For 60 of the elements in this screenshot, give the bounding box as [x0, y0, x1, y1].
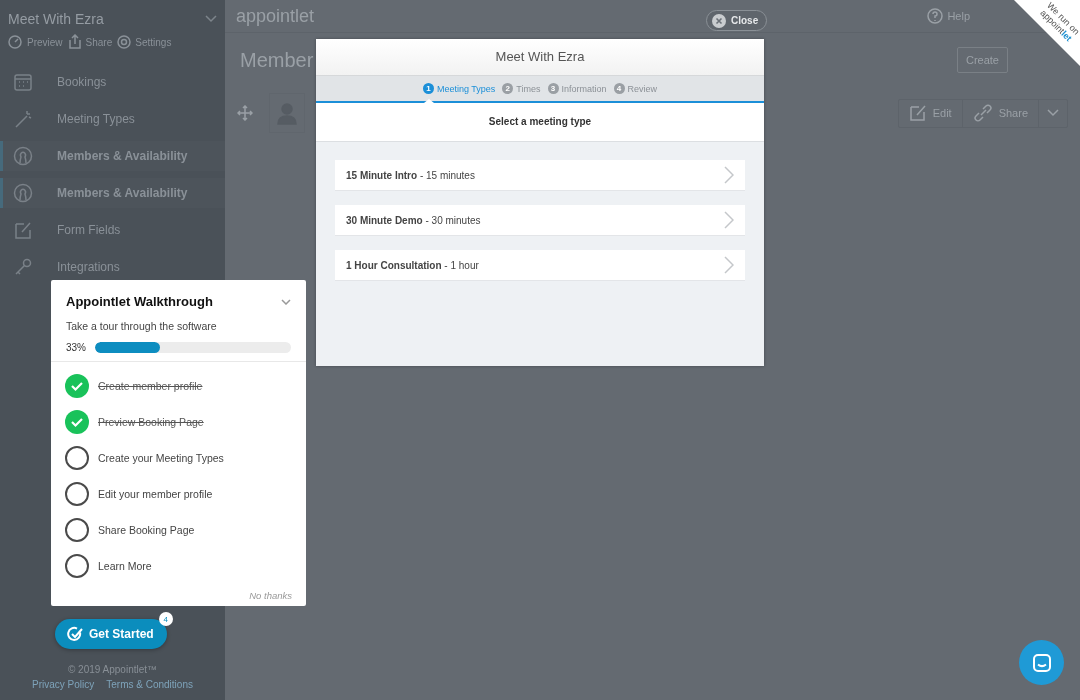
checkbox-icon[interactable] [65, 446, 89, 470]
meeting-type-label: 1 Hour Consultation - 1 hour [346, 259, 479, 271]
share-icon [66, 34, 83, 50]
chat-button[interactable] [1019, 640, 1064, 685]
meeting-type-item[interactable]: 1 Hour Consultation - 1 hour [335, 250, 745, 281]
check-circle-icon [67, 626, 83, 642]
checkbox-icon[interactable] [65, 554, 89, 578]
progress-label: 33% [66, 342, 86, 353]
move-icon [237, 105, 253, 121]
chevron-right-icon [724, 166, 734, 184]
task-label[interactable]: Create your Meeting Types [98, 452, 224, 464]
chevron-right-icon [724, 256, 734, 274]
toolbar-link[interactable]: Share [66, 34, 113, 50]
edit-icon [908, 104, 927, 122]
wand-icon [13, 109, 33, 129]
link-icon [972, 104, 993, 122]
toolbar-link[interactable]: Settings [116, 34, 172, 50]
task-label[interactable]: Create member profile [98, 380, 203, 392]
meeting-type-item[interactable]: 15 Minute Intro - 15 minutes [335, 160, 745, 191]
toolbar-link[interactable]: Preview [8, 34, 63, 50]
checkbox-icon[interactable] [65, 482, 89, 506]
key-icon [13, 257, 33, 277]
collapse-icon [281, 298, 291, 305]
settings-icon [116, 34, 133, 50]
meeting-type-label: 15 Minute Intro - 15 minutes [346, 169, 475, 181]
copyright-text: © 2019 Appointlet™ [66, 664, 159, 675]
task-label[interactable]: Preview Booking Page [98, 416, 204, 428]
footer-link[interactable]: Privacy Policy [32, 679, 95, 690]
sidebar-item[interactable]: Form Fields [0, 215, 225, 245]
chevron-right-icon [724, 211, 734, 229]
edit-form-icon [13, 220, 33, 240]
sidebar-item[interactable]: Bookings [0, 67, 225, 97]
close-button[interactable]: Close [706, 10, 768, 31]
step-tab[interactable]: 3 Information [547, 76, 607, 101]
panel-subtitle: Take a tour through the software [66, 320, 218, 332]
task-label[interactable]: Share Booking Page [98, 524, 195, 536]
section-heading: Select a meeting type [316, 103, 764, 142]
task-label[interactable]: Edit your member profile [98, 488, 213, 500]
dialog-title: Meet With Ezra [316, 39, 764, 76]
sidebar-item[interactable]: Integrations [0, 252, 225, 282]
chat-icon [1031, 652, 1052, 673]
calendar-icon [13, 72, 33, 92]
caret-icon [1047, 109, 1059, 117]
footer-link[interactable]: Terms & Conditions [106, 679, 193, 690]
meeting-type-label: 30 Minute Demo - 30 minutes [346, 214, 481, 226]
help-icon [927, 8, 944, 24]
task-label[interactable]: Learn More [98, 560, 152, 572]
checkmark-icon[interactable] [65, 374, 89, 398]
dismiss-link[interactable]: No thanks [249, 590, 292, 601]
account-name[interactable]: Meet With Ezra [8, 11, 104, 27]
sidebar-item[interactable]: Meeting Types [0, 104, 225, 134]
caret-icon [205, 15, 217, 23]
step-tab[interactable]: 4 Review [613, 76, 658, 101]
checkmark-icon[interactable] [65, 410, 89, 434]
close-icon [712, 13, 726, 28]
panel-title: Appointlet Walkthrough [66, 294, 213, 309]
checkbox-icon[interactable] [65, 518, 89, 542]
step-tab[interactable]: 2 Times [502, 76, 541, 101]
meeting-type-item[interactable]: 30 Minute Demo - 30 minutes [335, 205, 745, 236]
gauge-icon [8, 34, 24, 50]
